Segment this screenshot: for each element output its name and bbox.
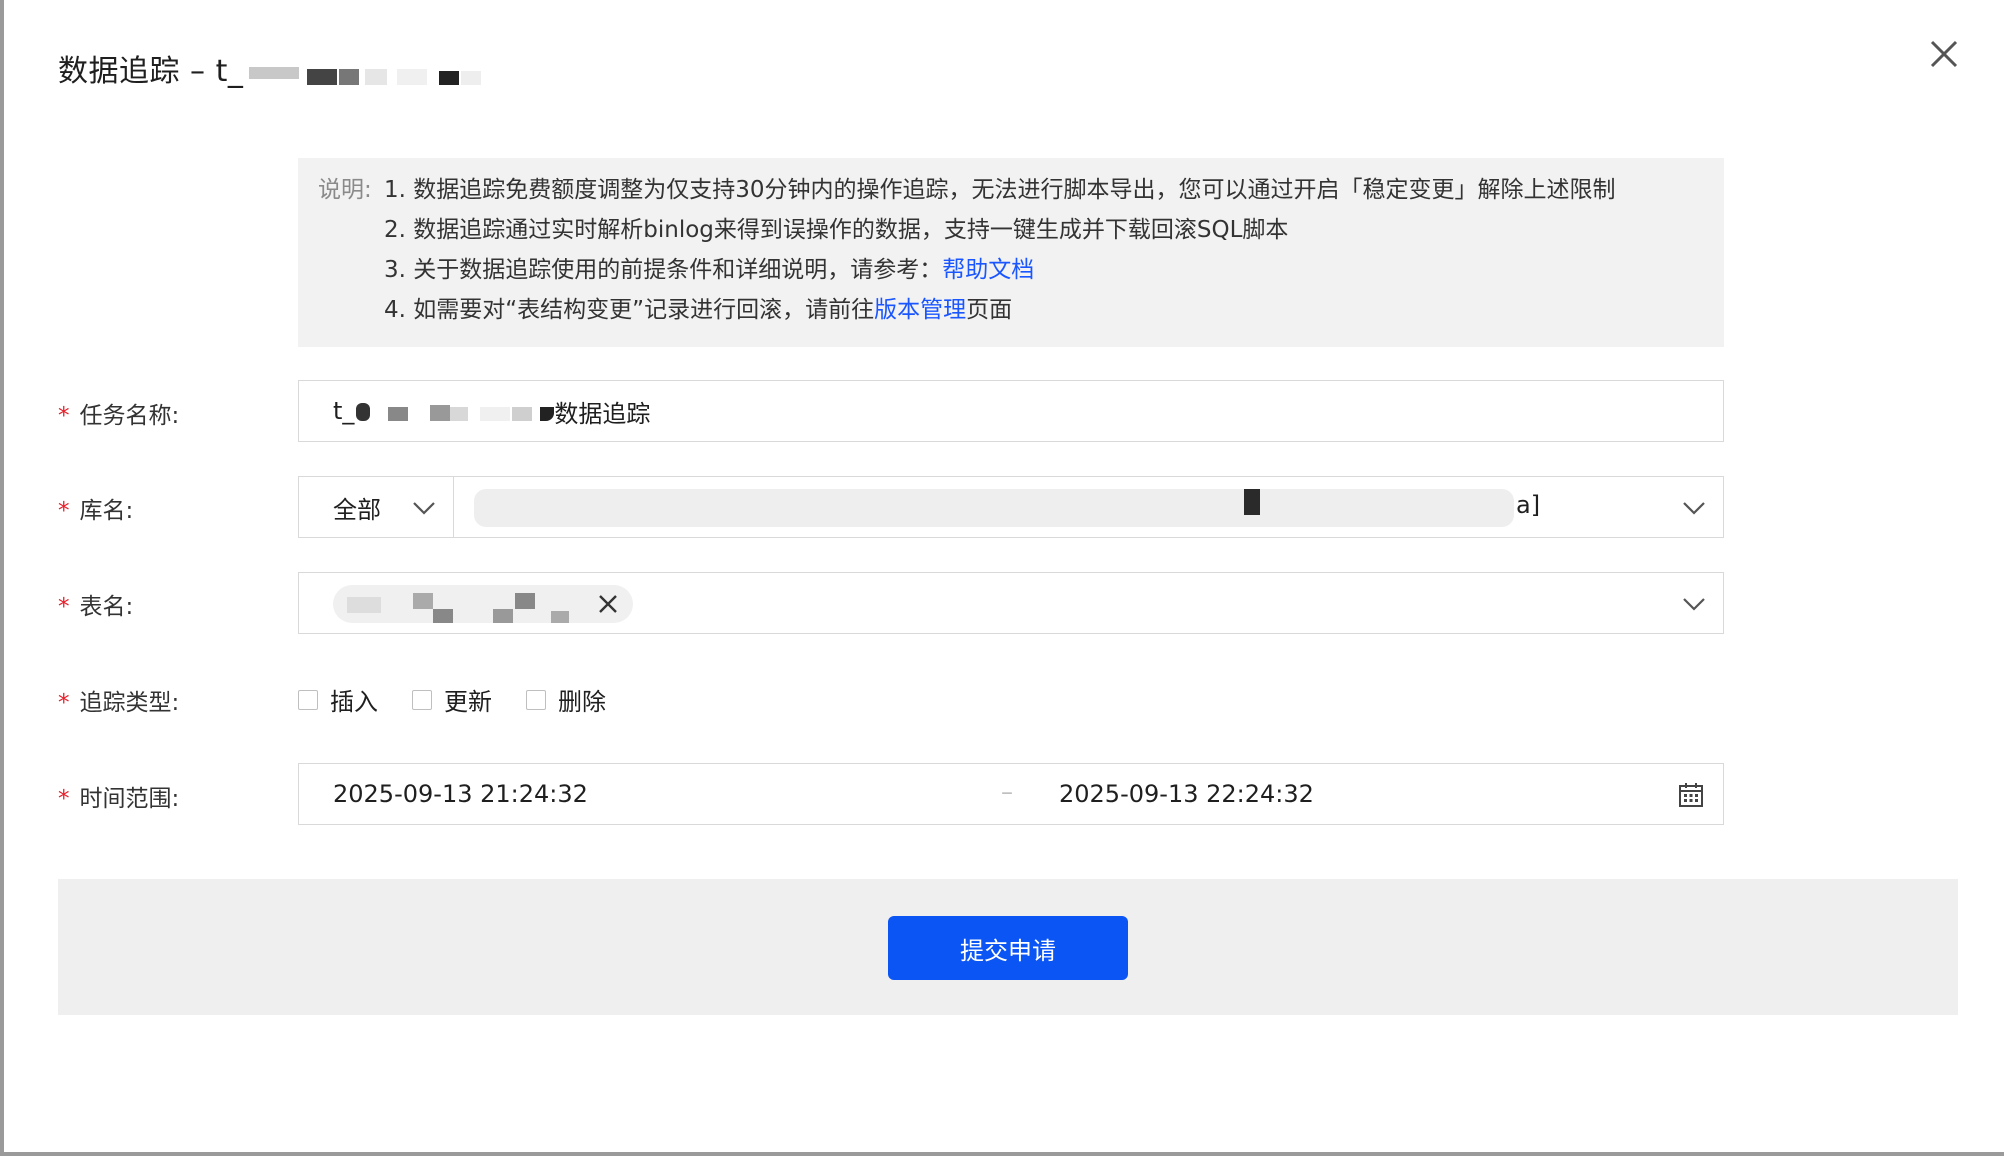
track-type-options: 插入 更新 删除 [298,682,640,717]
data-tracking-dialog: 数据追踪 – t_ 说明: 1. 数据追踪免费额度调整为仅支持30分钟内的操作追… [0,0,2004,1156]
checkbox-delete-label: 删除 [558,688,606,716]
time-range-label: * 时间范围: [58,779,179,813]
table-name-label: * 表名: [58,587,133,621]
notice-line-1: 1. 数据追踪免费额度调整为仅支持30分钟内的操作追踪，无法进行脚本导出，您可以… [384,177,1616,203]
task-name-prefix: t_ [333,397,355,425]
table-name-select[interactable] [298,572,1724,634]
time-range-start[interactable]: 2025-09-13 21:24:32 [333,780,588,808]
track-type-label-text: 追踪类型: [79,690,180,716]
notice-line-3: 3. 关于数据追踪使用的前提条件和详细说明，请参考：帮助文档 [384,250,1704,290]
notice-line-4: 4. 如需要对“表结构变更”记录进行回滚，请前往版本管理页面 [384,290,1704,330]
task-name-input[interactable]: t_ 数据追踪 [298,380,1724,442]
task-name-label-text: 任务名称: [79,403,180,429]
checkbox-update-label: 更新 [444,688,492,716]
db-name-select[interactable]: a] [454,476,1724,538]
required-mark: * [58,403,70,429]
db-name-suffix: a] [1516,491,1541,519]
checkbox-box[interactable] [526,689,546,710]
task-name-label: * 任务名称: [58,396,179,430]
checkbox-insert[interactable]: 插入 [298,682,378,717]
required-mark: * [58,498,70,524]
checkbox-box[interactable] [298,689,318,710]
chevron-down-icon [413,502,435,515]
notice-label: 说明: [318,177,372,203]
submit-button[interactable]: 提交申请 [888,916,1128,980]
table-name-label-text: 表名: [79,594,134,620]
db-name-label: * 库名: [58,491,133,525]
checkbox-insert-label: 插入 [330,688,378,716]
notice-panel: 说明: 1. 数据追踪免费额度调整为仅支持30分钟内的操作追踪，无法进行脚本导出… [298,158,1724,347]
time-range-end[interactable]: 2025-09-13 22:24:32 [1059,780,1314,808]
remove-tag-icon[interactable] [595,591,621,617]
db-scope-value: 全部 [333,495,381,524]
time-range-picker[interactable]: 2025-09-13 21:24:32 – 2025-09-13 22:24:3… [298,763,1724,825]
selected-table-tag [333,585,633,623]
redacted-title-suffix [247,58,487,85]
time-range-label-text: 时间范围: [79,786,180,812]
dialog-title-text: 数据追踪 – t_ [58,54,244,89]
chevron-down-icon [1683,502,1705,515]
version-management-link[interactable]: 版本管理 [874,297,966,323]
checkbox-box[interactable] [412,689,432,710]
required-mark: * [58,594,70,620]
redacted-task-name [356,403,555,421]
notice-line-3-text: 3. 关于数据追踪使用的前提条件和详细说明，请参考： [384,257,943,283]
notice-line-4-text: 4. 如需要对“表结构变更”记录进行回滚，请前往 [384,297,875,323]
checkbox-update[interactable]: 更新 [412,682,492,717]
redacted-mark [1244,489,1260,515]
required-mark: * [58,786,70,812]
task-name-suffix: 数据追踪 [554,399,651,428]
checkbox-delete[interactable]: 删除 [526,682,606,717]
db-scope-select[interactable]: 全部 [298,476,454,538]
redacted-db-name [474,489,1514,527]
track-type-label: * 追踪类型: [58,683,179,717]
close-icon[interactable] [1924,34,1964,74]
notice-line-4-suffix: 页面 [966,297,1013,323]
help-doc-link[interactable]: 帮助文档 [942,257,1034,283]
required-mark: * [58,690,70,716]
chevron-down-icon [1683,598,1705,611]
dialog-title: 数据追踪 – t_ [58,46,487,90]
calendar-icon[interactable] [1677,781,1705,809]
time-range-separator: – [1001,778,1013,806]
db-name-label-text: 库名: [79,498,134,524]
notice-line-2: 2. 数据追踪通过实时解析binlog来得到误操作的数据，支持一键生成并下载回滚… [384,217,1289,243]
redacted-table-name [347,593,569,623]
